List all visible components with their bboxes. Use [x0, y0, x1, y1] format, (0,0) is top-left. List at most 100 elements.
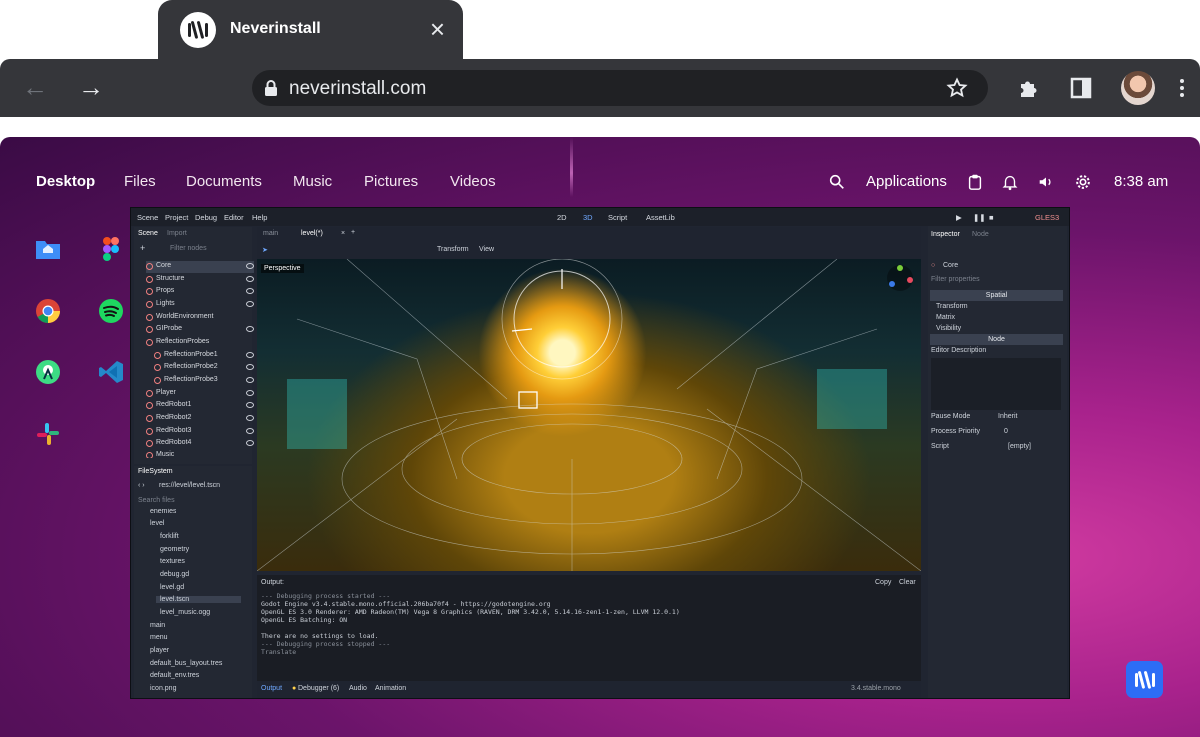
add-tab-icon[interactable]: +	[351, 229, 355, 236]
folder-item[interactable]: player	[150, 647, 169, 654]
section-visibility[interactable]: Visibility	[936, 325, 961, 332]
tab-animation[interactable]: Animation	[375, 685, 406, 692]
filter-nodes-input[interactable]: Filter nodes	[170, 245, 207, 252]
visibility-eye-icon[interactable]	[246, 276, 254, 282]
tab-import[interactable]: Import	[167, 230, 187, 237]
add-node-icon[interactable]: +	[140, 243, 145, 253]
mode-assetlib[interactable]: AssetLib	[646, 213, 675, 222]
perspective-menu[interactable]: Perspective	[261, 264, 304, 273]
vscode-icon[interactable]	[98, 359, 124, 385]
visibility-eye-icon[interactable]	[246, 402, 254, 408]
process-priority-spinbox[interactable]: 0	[1004, 428, 1008, 435]
visibility-eye-icon[interactable]	[246, 263, 254, 269]
slack-icon[interactable]	[35, 421, 61, 447]
section-matrix[interactable]: Matrix	[936, 314, 955, 321]
section-spatial[interactable]: Spatial	[930, 290, 1063, 301]
file-item[interactable]: default_env.tres	[150, 672, 199, 679]
tree-item[interactable]: Core	[146, 261, 254, 273]
visibility-eye-icon[interactable]	[246, 288, 254, 294]
address-bar[interactable]: neverinstall.com	[252, 70, 988, 106]
extensions-icon[interactable]	[1017, 76, 1041, 100]
tree-item[interactable]: ReflectionProbes	[146, 337, 254, 349]
folder-item[interactable]: menu	[150, 634, 168, 641]
tab-node[interactable]: Node	[972, 231, 989, 238]
nav-files[interactable]: Files	[124, 173, 156, 190]
nav-music[interactable]: Music	[293, 173, 332, 190]
nav-pictures[interactable]: Pictures	[364, 173, 418, 190]
close-icon[interactable]: ×	[430, 14, 445, 44]
tree-item[interactable]: ReflectionProbe1	[154, 350, 254, 362]
file-item[interactable]: level.gd	[160, 584, 184, 591]
applications-menu[interactable]: Applications	[866, 173, 947, 190]
home-folder-icon[interactable]	[35, 236, 61, 262]
file-item[interactable]: icon.png	[150, 685, 176, 692]
visibility-eye-icon[interactable]	[246, 352, 254, 358]
visibility-eye-icon[interactable]	[246, 301, 254, 307]
tree-item[interactable]: RedRobot2	[146, 413, 254, 425]
menu-help[interactable]: Help	[252, 213, 267, 222]
tree-item[interactable]: RedRobot4	[146, 438, 254, 450]
visibility-eye-icon[interactable]	[246, 364, 254, 370]
section-transform[interactable]: Transform	[936, 303, 968, 310]
editor-description-field[interactable]	[931, 358, 1061, 410]
3d-viewport[interactable]: Perspective	[257, 259, 921, 571]
spotify-icon[interactable]	[98, 298, 124, 324]
visibility-eye-icon[interactable]	[246, 390, 254, 396]
menu-editor[interactable]: Editor	[224, 213, 244, 222]
filter-properties-input[interactable]: Filter properties	[931, 276, 980, 283]
volume-icon[interactable]	[1037, 173, 1055, 191]
kebab-menu-icon[interactable]	[1170, 76, 1194, 100]
mode-3d[interactable]: 3D	[583, 213, 593, 222]
tab-main[interactable]: main	[263, 230, 278, 237]
folder-item[interactable]: geometry	[160, 546, 189, 553]
fs-path[interactable]: res://level/level.tscn	[159, 482, 220, 489]
close-icon[interactable]: ×	[341, 230, 345, 237]
folder-item[interactable]: main	[150, 622, 165, 629]
stop-icon[interactable]: ■	[989, 213, 994, 222]
nav-desktop[interactable]: Desktop	[36, 173, 95, 190]
tab-scene[interactable]: Scene	[138, 230, 158, 237]
tab-debugger[interactable]: Debugger (6)	[298, 685, 339, 692]
menu-debug[interactable]: Debug	[195, 213, 217, 222]
folder-item[interactable]: forklift	[160, 533, 179, 540]
file-item[interactable]: level_music.ogg	[160, 609, 210, 616]
nav-videos[interactable]: Videos	[450, 173, 496, 190]
visibility-eye-icon[interactable]	[246, 440, 254, 446]
chrome-icon[interactable]	[35, 298, 61, 324]
section-node[interactable]: Node	[930, 334, 1063, 345]
search-icon[interactable]	[828, 173, 846, 191]
search-files-input[interactable]: Search files	[138, 497, 175, 504]
tree-item[interactable]: Props	[146, 286, 254, 298]
tree-item[interactable]: RedRobot1	[146, 400, 254, 412]
forward-arrow-icon[interactable]: →	[78, 73, 104, 101]
star-icon[interactable]	[946, 77, 968, 99]
script-resource-picker[interactable]: [empty]	[1008, 443, 1031, 450]
axis-gizmo-icon[interactable]	[885, 263, 915, 293]
visibility-eye-icon[interactable]	[246, 415, 254, 421]
tree-item[interactable]: Lights	[146, 299, 254, 311]
file-item-selected[interactable]: level.tscn	[156, 596, 241, 603]
menu-view[interactable]: View	[479, 246, 494, 253]
bell-icon[interactable]	[1001, 173, 1019, 191]
file-item[interactable]: debug.gd	[160, 571, 189, 578]
browser-tab[interactable]: Neverinstall ×	[158, 0, 463, 60]
folder-item[interactable]: level	[150, 520, 164, 527]
tab-inspector[interactable]: Inspector	[931, 231, 960, 238]
tree-item[interactable]: GIProbe	[146, 324, 254, 336]
clipboard-icon[interactable]	[966, 173, 984, 191]
tree-item[interactable]: RedRobot3	[146, 426, 254, 438]
copy-button[interactable]: Copy	[875, 579, 891, 586]
nav-arrows-icon[interactable]: ‹ ›	[138, 482, 145, 489]
nav-documents[interactable]: Documents	[186, 173, 262, 190]
tree-item[interactable]: ReflectionProbe2	[154, 362, 254, 374]
visibility-eye-icon[interactable]	[246, 326, 254, 332]
settings-gear-icon[interactable]	[1074, 173, 1092, 191]
clear-button[interactable]: Clear	[899, 579, 916, 586]
play-icon[interactable]: ▶	[956, 213, 962, 222]
neverinstall-menu-button[interactable]	[1126, 661, 1163, 698]
android-studio-icon[interactable]	[35, 359, 61, 385]
tree-item[interactable]: Music	[146, 450, 254, 458]
visibility-eye-icon[interactable]	[246, 428, 254, 434]
file-item[interactable]: default_bus_layout.tres	[150, 660, 222, 667]
sidepanel-icon[interactable]	[1069, 76, 1093, 100]
